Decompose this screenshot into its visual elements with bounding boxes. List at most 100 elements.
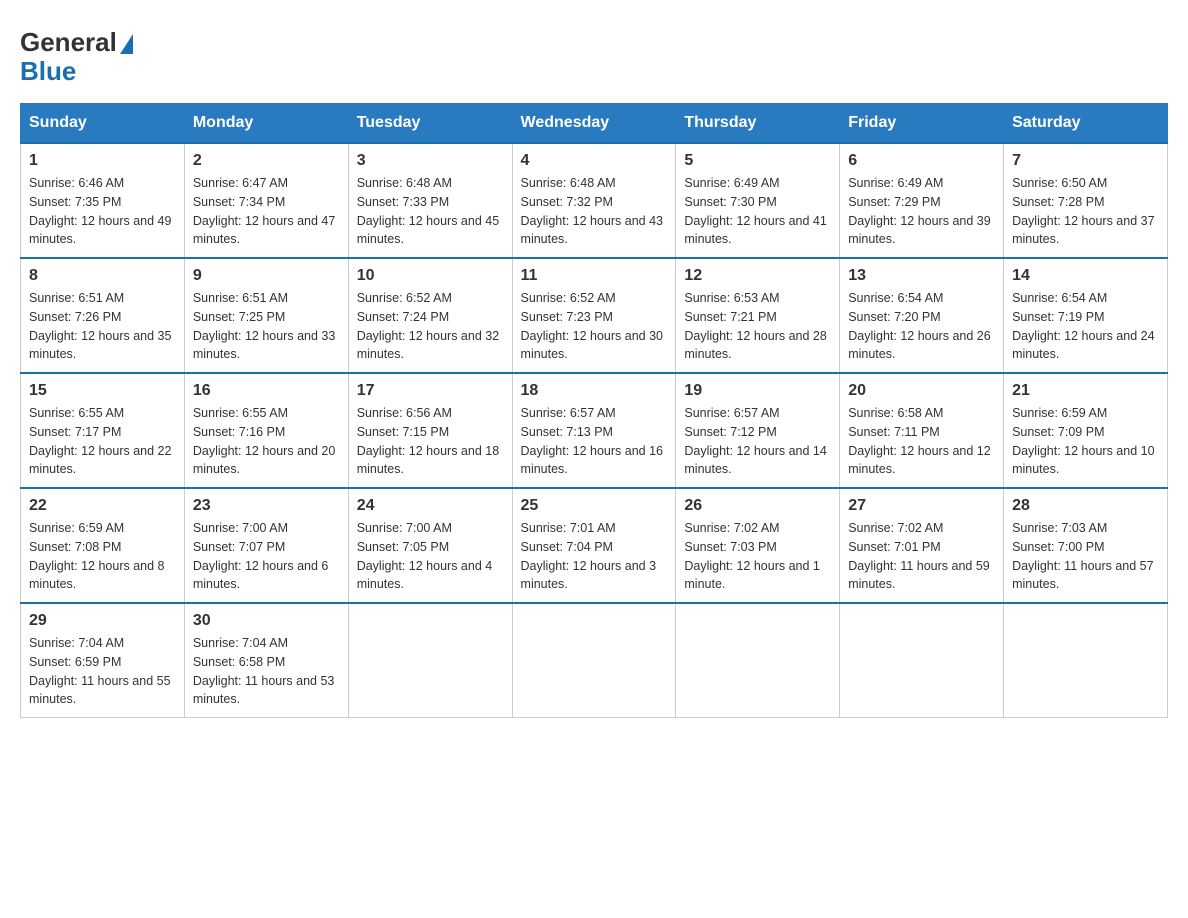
calendar-cell: 10 Sunrise: 6:52 AM Sunset: 7:24 PM Dayl… <box>348 258 512 373</box>
day-number: 25 <box>521 497 668 515</box>
day-number: 14 <box>1012 267 1159 285</box>
calendar-cell: 28 Sunrise: 7:03 AM Sunset: 7:00 PM Dayl… <box>1004 488 1168 603</box>
day-info: Sunrise: 6:50 AM Sunset: 7:28 PM Dayligh… <box>1012 174 1159 249</box>
calendar-cell: 1 Sunrise: 6:46 AM Sunset: 7:35 PM Dayli… <box>21 143 185 258</box>
col-header-monday: Monday <box>184 104 348 144</box>
calendar-cell <box>1004 603 1168 718</box>
calendar-cell <box>676 603 840 718</box>
calendar-cell: 30 Sunrise: 7:04 AM Sunset: 6:58 PM Dayl… <box>184 603 348 718</box>
logo: General Blue <box>20 28 133 85</box>
day-info: Sunrise: 6:49 AM Sunset: 7:29 PM Dayligh… <box>848 174 995 249</box>
day-number: 23 <box>193 497 340 515</box>
day-info: Sunrise: 6:55 AM Sunset: 7:16 PM Dayligh… <box>193 404 340 479</box>
day-number: 29 <box>29 612 176 630</box>
day-info: Sunrise: 6:57 AM Sunset: 7:13 PM Dayligh… <box>521 404 668 479</box>
calendar-cell: 24 Sunrise: 7:00 AM Sunset: 7:05 PM Dayl… <box>348 488 512 603</box>
calendar-cell: 15 Sunrise: 6:55 AM Sunset: 7:17 PM Dayl… <box>21 373 185 488</box>
calendar-cell: 8 Sunrise: 6:51 AM Sunset: 7:26 PM Dayli… <box>21 258 185 373</box>
calendar-week-row: 8 Sunrise: 6:51 AM Sunset: 7:26 PM Dayli… <box>21 258 1168 373</box>
calendar-cell: 21 Sunrise: 6:59 AM Sunset: 7:09 PM Dayl… <box>1004 373 1168 488</box>
day-info: Sunrise: 6:59 AM Sunset: 7:09 PM Dayligh… <box>1012 404 1159 479</box>
day-number: 19 <box>684 382 831 400</box>
col-header-wednesday: Wednesday <box>512 104 676 144</box>
calendar-cell: 9 Sunrise: 6:51 AM Sunset: 7:25 PM Dayli… <box>184 258 348 373</box>
day-number: 1 <box>29 152 176 170</box>
calendar-cell <box>348 603 512 718</box>
day-info: Sunrise: 6:55 AM Sunset: 7:17 PM Dayligh… <box>29 404 176 479</box>
day-number: 10 <box>357 267 504 285</box>
day-number: 27 <box>848 497 995 515</box>
day-number: 3 <box>357 152 504 170</box>
day-info: Sunrise: 6:48 AM Sunset: 7:32 PM Dayligh… <box>521 174 668 249</box>
day-number: 11 <box>521 267 668 285</box>
day-info: Sunrise: 6:54 AM Sunset: 7:19 PM Dayligh… <box>1012 289 1159 364</box>
day-info: Sunrise: 7:02 AM Sunset: 7:01 PM Dayligh… <box>848 519 995 594</box>
day-info: Sunrise: 6:52 AM Sunset: 7:24 PM Dayligh… <box>357 289 504 364</box>
col-header-sunday: Sunday <box>21 104 185 144</box>
day-info: Sunrise: 7:04 AM Sunset: 6:59 PM Dayligh… <box>29 634 176 709</box>
calendar-cell: 27 Sunrise: 7:02 AM Sunset: 7:01 PM Dayl… <box>840 488 1004 603</box>
day-number: 26 <box>684 497 831 515</box>
day-number: 5 <box>684 152 831 170</box>
day-info: Sunrise: 6:57 AM Sunset: 7:12 PM Dayligh… <box>684 404 831 479</box>
day-info: Sunrise: 6:52 AM Sunset: 7:23 PM Dayligh… <box>521 289 668 364</box>
col-header-saturday: Saturday <box>1004 104 1168 144</box>
calendar-week-row: 22 Sunrise: 6:59 AM Sunset: 7:08 PM Dayl… <box>21 488 1168 603</box>
day-info: Sunrise: 7:02 AM Sunset: 7:03 PM Dayligh… <box>684 519 831 594</box>
logo-blue-text: Blue <box>20 57 133 86</box>
calendar-cell: 26 Sunrise: 7:02 AM Sunset: 7:03 PM Dayl… <box>676 488 840 603</box>
calendar-week-row: 1 Sunrise: 6:46 AM Sunset: 7:35 PM Dayli… <box>21 143 1168 258</box>
calendar-cell: 14 Sunrise: 6:54 AM Sunset: 7:19 PM Dayl… <box>1004 258 1168 373</box>
calendar-cell: 19 Sunrise: 6:57 AM Sunset: 7:12 PM Dayl… <box>676 373 840 488</box>
day-number: 2 <box>193 152 340 170</box>
calendar-cell: 13 Sunrise: 6:54 AM Sunset: 7:20 PM Dayl… <box>840 258 1004 373</box>
calendar-cell <box>840 603 1004 718</box>
logo-general-text: General <box>20 28 117 57</box>
day-number: 13 <box>848 267 995 285</box>
calendar-cell <box>512 603 676 718</box>
calendar-cell: 12 Sunrise: 6:53 AM Sunset: 7:21 PM Dayl… <box>676 258 840 373</box>
day-info: Sunrise: 6:46 AM Sunset: 7:35 PM Dayligh… <box>29 174 176 249</box>
day-info: Sunrise: 7:00 AM Sunset: 7:07 PM Dayligh… <box>193 519 340 594</box>
day-number: 18 <box>521 382 668 400</box>
calendar-cell: 11 Sunrise: 6:52 AM Sunset: 7:23 PM Dayl… <box>512 258 676 373</box>
calendar-cell: 22 Sunrise: 6:59 AM Sunset: 7:08 PM Dayl… <box>21 488 185 603</box>
day-number: 20 <box>848 382 995 400</box>
col-header-friday: Friday <box>840 104 1004 144</box>
calendar-cell: 3 Sunrise: 6:48 AM Sunset: 7:33 PM Dayli… <box>348 143 512 258</box>
calendar-cell: 20 Sunrise: 6:58 AM Sunset: 7:11 PM Dayl… <box>840 373 1004 488</box>
calendar-week-row: 29 Sunrise: 7:04 AM Sunset: 6:59 PM Dayl… <box>21 603 1168 718</box>
day-number: 6 <box>848 152 995 170</box>
day-info: Sunrise: 7:00 AM Sunset: 7:05 PM Dayligh… <box>357 519 504 594</box>
day-number: 9 <box>193 267 340 285</box>
day-info: Sunrise: 7:03 AM Sunset: 7:00 PM Dayligh… <box>1012 519 1159 594</box>
day-info: Sunrise: 7:01 AM Sunset: 7:04 PM Dayligh… <box>521 519 668 594</box>
day-number: 17 <box>357 382 504 400</box>
day-info: Sunrise: 6:53 AM Sunset: 7:21 PM Dayligh… <box>684 289 831 364</box>
day-info: Sunrise: 6:58 AM Sunset: 7:11 PM Dayligh… <box>848 404 995 479</box>
day-number: 16 <box>193 382 340 400</box>
day-number: 28 <box>1012 497 1159 515</box>
day-number: 30 <box>193 612 340 630</box>
calendar-week-row: 15 Sunrise: 6:55 AM Sunset: 7:17 PM Dayl… <box>21 373 1168 488</box>
col-header-tuesday: Tuesday <box>348 104 512 144</box>
calendar-cell: 4 Sunrise: 6:48 AM Sunset: 7:32 PM Dayli… <box>512 143 676 258</box>
day-number: 24 <box>357 497 504 515</box>
day-number: 21 <box>1012 382 1159 400</box>
day-info: Sunrise: 7:04 AM Sunset: 6:58 PM Dayligh… <box>193 634 340 709</box>
day-number: 8 <box>29 267 176 285</box>
calendar-cell: 5 Sunrise: 6:49 AM Sunset: 7:30 PM Dayli… <box>676 143 840 258</box>
page-header: General Blue <box>20 20 1168 85</box>
calendar-cell: 16 Sunrise: 6:55 AM Sunset: 7:16 PM Dayl… <box>184 373 348 488</box>
day-info: Sunrise: 6:54 AM Sunset: 7:20 PM Dayligh… <box>848 289 995 364</box>
day-info: Sunrise: 6:47 AM Sunset: 7:34 PM Dayligh… <box>193 174 340 249</box>
calendar-header-row: SundayMondayTuesdayWednesdayThursdayFrid… <box>21 104 1168 144</box>
day-info: Sunrise: 6:56 AM Sunset: 7:15 PM Dayligh… <box>357 404 504 479</box>
day-info: Sunrise: 6:48 AM Sunset: 7:33 PM Dayligh… <box>357 174 504 249</box>
day-info: Sunrise: 6:59 AM Sunset: 7:08 PM Dayligh… <box>29 519 176 594</box>
calendar-cell: 23 Sunrise: 7:00 AM Sunset: 7:07 PM Dayl… <box>184 488 348 603</box>
day-number: 15 <box>29 382 176 400</box>
day-info: Sunrise: 6:51 AM Sunset: 7:25 PM Dayligh… <box>193 289 340 364</box>
calendar-cell: 18 Sunrise: 6:57 AM Sunset: 7:13 PM Dayl… <box>512 373 676 488</box>
logo-arrow-icon <box>120 34 133 54</box>
